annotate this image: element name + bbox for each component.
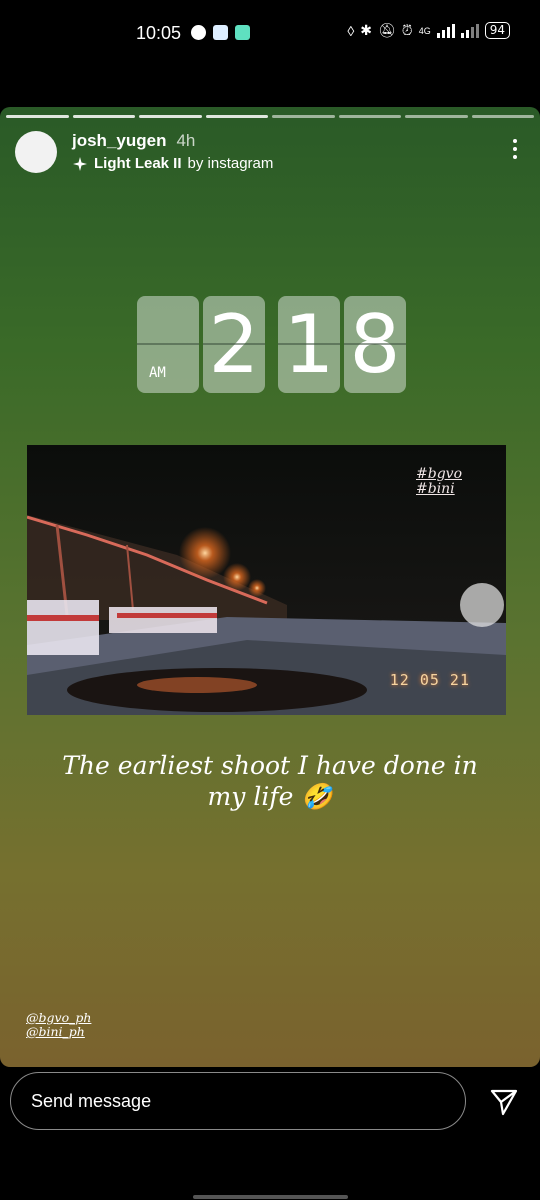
clock-ampm: AM: [149, 365, 166, 381]
tv-app-icon: [213, 25, 228, 40]
progress-segment: [6, 115, 69, 118]
clock-digit: 8: [349, 298, 401, 391]
story-username[interactable]: josh_yugen 4h: [72, 131, 195, 151]
progress-segment: [139, 115, 202, 118]
send-message-input[interactable]: Send message: [10, 1072, 466, 1130]
home-indicator[interactable]: [193, 1195, 348, 1199]
hashtag: #bgvo: [416, 466, 462, 482]
battery-icon: 94: [484, 22, 510, 39]
effect-name[interactable]: Light Leak II: [94, 155, 182, 172]
photo-date-stamp: 12 05 21: [389, 671, 470, 689]
spotify-icon: [191, 25, 206, 40]
avatar[interactable]: [15, 131, 57, 173]
progress-segment: [405, 115, 468, 118]
clock-minute-ones: 8: [344, 296, 406, 393]
status-right-icons: ◊ ✱ 🔕︎ ⏰︎ 4G 94: [347, 22, 510, 39]
story-age: 4h: [176, 131, 196, 150]
story-viewer[interactable]: josh_yugen 4h Light Leak II by instagram …: [0, 107, 540, 1067]
more-options-icon[interactable]: [512, 139, 518, 159]
alarm-icon: ⏰︎: [401, 22, 413, 38]
signal-icon: [460, 23, 479, 38]
hashtag: #bini: [416, 481, 455, 497]
clock-sticker: AM 2 1 8: [137, 296, 406, 393]
progress-segment: [272, 115, 335, 118]
mention-tags[interactable]: @bgvo_ph @bini_ph: [26, 1011, 91, 1039]
app-icon: [235, 25, 250, 40]
photo-hashtags: #bgvo #bini: [416, 467, 462, 497]
network-type: 4G: [418, 25, 431, 36]
progress-segment: [205, 115, 268, 118]
progress-segment: [471, 115, 534, 118]
clock-hour-tens: AM: [137, 296, 199, 393]
effect-link[interactable]: Light Leak II by instagram: [72, 155, 273, 172]
story-progress: [6, 115, 534, 118]
clock-digit: 1: [283, 298, 335, 391]
sparkle-icon: [73, 156, 87, 171]
effect-by: by instagram: [187, 155, 274, 172]
data-saver-icon: ◊: [347, 22, 355, 39]
clock-minute-tens: 1: [278, 296, 340, 393]
send-icon[interactable]: [489, 1087, 519, 1117]
username-text[interactable]: josh_yugen: [72, 131, 166, 150]
mention-link[interactable]: @bgvo_ph: [26, 1011, 91, 1025]
progress-segment: [338, 115, 401, 118]
status-time: 10:05: [136, 23, 182, 43]
story-caption: The earliest shoot I have done in my lif…: [62, 751, 478, 811]
mention-link[interactable]: @bini_ph: [26, 1025, 91, 1039]
clock-digit: 2: [208, 298, 260, 391]
clock-hour-ones: 2: [203, 296, 265, 393]
bluetooth-icon: ✱: [360, 22, 372, 38]
progress-segment: [72, 115, 135, 118]
mute-icon: 🔕︎: [378, 22, 396, 38]
signal-icon: [436, 23, 455, 38]
status-bar: 10:05 ◊ ✱ 🔕︎ ⏰︎ 4G 94: [0, 0, 540, 70]
story-photo: #bgvo #bini 12 05 21: [27, 445, 506, 715]
